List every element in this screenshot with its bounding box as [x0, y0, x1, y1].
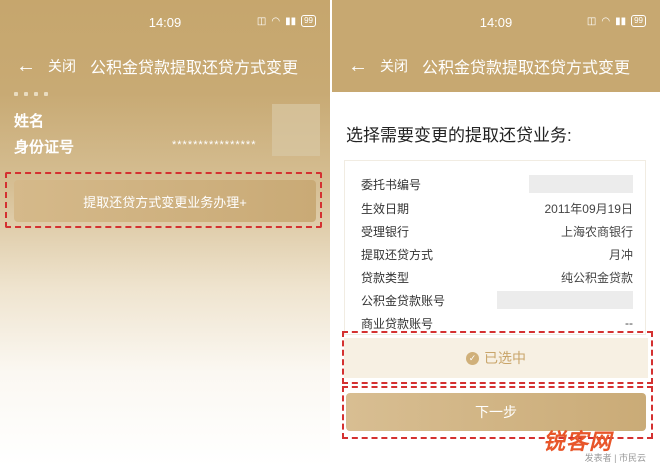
row-label: 贷款类型	[361, 270, 410, 285]
row-value: 2011年09月19日	[544, 201, 633, 216]
detail-row: 提取还贷方式 月冲	[361, 243, 633, 265]
status-bar: 14:09 ◫ ◠ ▮▮ 99	[332, 0, 660, 44]
row-label: 商业贷款账号	[361, 316, 434, 331]
signal-icon: ▮▮	[285, 15, 297, 27]
row-label: 委托书编号	[361, 177, 422, 192]
highlight-frame	[342, 331, 653, 384]
decorative-dots	[14, 92, 48, 96]
section-title: 选择需要变更的提取还贷业务:	[346, 126, 572, 145]
row-label: 受理银行	[361, 224, 410, 239]
redacted-block	[272, 104, 320, 156]
wifi-icon: ◠	[271, 15, 281, 27]
status-icons: ◫ ◠ ▮▮ 99	[257, 15, 316, 27]
page-title: 公积金贷款提取还贷方式变更	[90, 60, 299, 77]
row-value: --	[625, 316, 633, 330]
redacted-value	[529, 175, 633, 193]
back-arrow-icon[interactable]: ←	[16, 55, 36, 78]
status-bar: 14:09 ◫ ◠ ▮▮ 99	[0, 0, 330, 44]
left-phone-screen: 14:09 ◫ ◠ ▮▮ 99 ← 关闭 公积金贷款提取还贷方式变更 姓名 身份…	[0, 0, 330, 466]
row-value: 上海农商银行	[560, 224, 633, 239]
status-time: 14:09	[148, 14, 182, 30]
id-number-value: ****************	[172, 139, 257, 151]
detail-row: 公积金贷款账号	[361, 289, 633, 311]
battery-icon: 99	[631, 15, 646, 27]
page-title: 公积金贷款提取还贷方式变更	[422, 60, 631, 77]
detail-row: 贷款类型 纯公积金贷款	[361, 266, 633, 288]
close-link[interactable]: 关闭	[380, 56, 408, 76]
id-number-label: 身份证号	[14, 139, 75, 156]
business-detail-card[interactable]: 委托书编号 生效日期 2011年09月19日 受理银行 上海农商银行 提取还贷方…	[344, 160, 646, 335]
detail-row: 受理银行 上海农商银行	[361, 220, 633, 242]
vibrate-icon: ◫	[256, 15, 267, 27]
close-link[interactable]: 关闭	[48, 56, 76, 76]
nav-bar: ← 关闭 公积金贷款提取还贷方式变更	[0, 44, 330, 88]
redacted-value	[497, 291, 633, 309]
detail-row: 委托书编号	[361, 173, 633, 195]
battery-icon: 99	[301, 15, 316, 27]
status-time: 14:09	[479, 14, 513, 30]
row-value: 月冲	[608, 247, 633, 262]
detail-row: 生效日期 2011年09月19日	[361, 197, 633, 219]
row-label: 公积金贷款账号	[361, 293, 446, 308]
watermark-caption: 发表者 | 市民云	[584, 453, 646, 463]
highlight-frame	[5, 172, 322, 228]
row-value: 纯公积金贷款	[560, 270, 633, 285]
name-label: 姓名	[14, 113, 45, 130]
signal-icon: ▮▮	[615, 15, 627, 27]
row-label: 提取还贷方式	[361, 247, 434, 262]
vibrate-icon: ◫	[586, 15, 597, 27]
nav-bar: ← 关闭 公积金贷款提取还贷方式变更	[332, 44, 660, 88]
status-icons: ◫ ◠ ▮▮ 99	[587, 15, 646, 27]
back-arrow-icon[interactable]: ←	[348, 55, 368, 78]
row-label: 生效日期	[361, 201, 410, 216]
right-phone-screen: 14:09 ◫ ◠ ▮▮ 99 ← 关闭 公积金贷款提取还贷方式变更 选择需要变…	[330, 0, 660, 466]
wifi-icon: ◠	[601, 15, 611, 27]
